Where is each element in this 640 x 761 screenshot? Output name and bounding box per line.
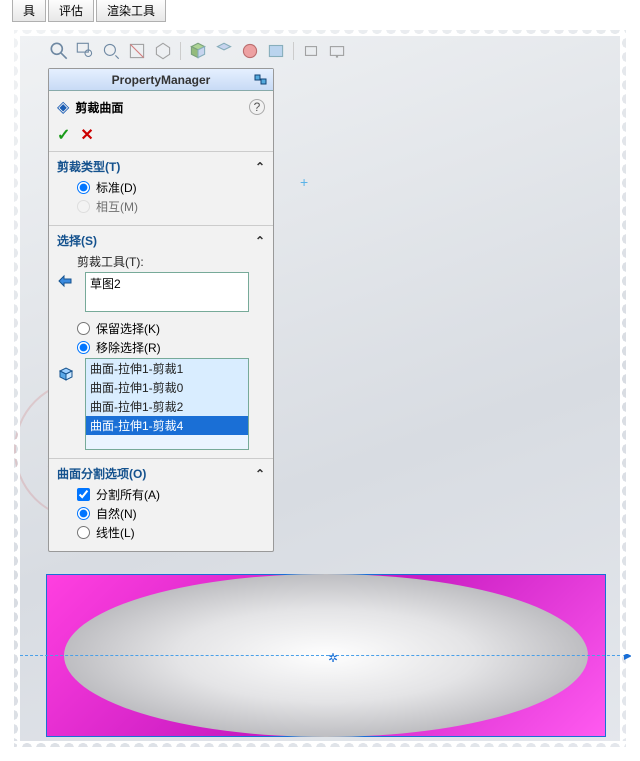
trim-tool-selection-box[interactable]: 草图2 bbox=[85, 272, 249, 312]
feature-name: 剪裁曲面 bbox=[75, 99, 123, 116]
cancel-button[interactable]: ✕ bbox=[80, 125, 93, 145]
top-tabs: 具 评估 渲染工具 bbox=[0, 0, 640, 22]
pin-icon[interactable] bbox=[253, 72, 269, 88]
remove-list-callout-icon bbox=[57, 366, 75, 384]
radio-mutual bbox=[77, 200, 90, 213]
radio-remove-row[interactable]: 移除选择(R) bbox=[77, 339, 265, 356]
edit-appearance-icon[interactable] bbox=[239, 40, 261, 62]
check-split-all-row[interactable]: 分割所有(A) bbox=[77, 486, 265, 503]
radio-natural-row[interactable]: 自然(N) bbox=[77, 505, 265, 522]
radio-keep-row[interactable]: 保留选择(K) bbox=[77, 320, 265, 337]
toolbar-separator-2 bbox=[293, 42, 294, 60]
radio-remove[interactable] bbox=[77, 341, 90, 354]
list-item[interactable]: 曲面-拉伸1-剪裁2 bbox=[86, 397, 248, 416]
view-orientation-icon[interactable] bbox=[152, 40, 174, 62]
view-toolbar bbox=[48, 40, 348, 62]
apply-scene-icon[interactable] bbox=[265, 40, 287, 62]
check-split-all[interactable] bbox=[77, 488, 90, 501]
radio-natural[interactable] bbox=[77, 507, 90, 520]
property-manager-panel: PropertyManager ◈ 剪裁曲面 ? ✓ ✕ 剪裁类型(T) ⌃ 标准… bbox=[48, 68, 274, 552]
radio-keep[interactable] bbox=[77, 322, 90, 335]
trim-type-section: 剪裁类型(T) ⌃ 标准(D) 相互(M) bbox=[49, 151, 273, 225]
chevron-up-icon-2[interactable]: ⌃ bbox=[255, 234, 265, 248]
trim-tool-callout-icon bbox=[57, 272, 75, 290]
zoom-area-icon[interactable] bbox=[74, 40, 96, 62]
toolbar-separator bbox=[180, 42, 181, 60]
view-settings-icon[interactable] bbox=[300, 40, 322, 62]
radio-standard-row[interactable]: 标准(D) bbox=[77, 179, 265, 196]
list-empty-row bbox=[86, 435, 248, 449]
pm-title-text: PropertyManager bbox=[112, 73, 211, 87]
zoom-fit-icon[interactable] bbox=[48, 40, 70, 62]
centerline-axis bbox=[20, 655, 630, 656]
radio-linear[interactable] bbox=[77, 526, 90, 539]
list-item[interactable]: 曲面-拉伸1-剪裁0 bbox=[86, 378, 248, 397]
screen-capture-icon[interactable] bbox=[326, 40, 348, 62]
section-view-icon[interactable] bbox=[126, 40, 148, 62]
split-options-section: 曲面分割选项(O) ⌃ 分割所有(A) 自然(N) 线性(L) bbox=[49, 458, 273, 551]
remove-selection-list[interactable]: 曲面-拉伸1-剪裁1 曲面-拉伸1-剪裁0 曲面-拉伸1-剪裁2 曲面-拉伸1-… bbox=[85, 358, 249, 450]
selection-section: 选择(S) ⌃ 剪裁工具(T): 草图2 保留选择(K) 移除选择(R) 曲面-拉… bbox=[49, 225, 273, 458]
help-icon[interactable]: ? bbox=[249, 99, 265, 115]
pm-titlebar: PropertyManager bbox=[49, 69, 273, 91]
list-item-selected[interactable]: 曲面-拉伸1-剪裁4 bbox=[86, 416, 248, 435]
split-options-header: 曲面分割选项(O) bbox=[57, 465, 146, 482]
radio-standard[interactable] bbox=[77, 181, 90, 194]
radio-mutual-row[interactable]: 相互(M) bbox=[77, 198, 265, 215]
tab-evaluate[interactable]: 评估 bbox=[48, 0, 94, 22]
zoom-previous-icon[interactable] bbox=[100, 40, 122, 62]
chevron-up-icon-3[interactable]: ⌃ bbox=[255, 467, 265, 481]
trim-surface-icon: ◈ bbox=[57, 97, 69, 117]
trim-type-header: 剪裁类型(T) bbox=[57, 158, 120, 175]
selection-header: 选择(S) bbox=[57, 232, 97, 249]
chevron-up-icon[interactable]: ⌃ bbox=[255, 160, 265, 174]
ok-button[interactable]: ✓ bbox=[57, 125, 70, 145]
tab-truncated[interactable]: 具 bbox=[12, 0, 46, 22]
origin-marker-icon: ✲ bbox=[328, 651, 336, 659]
list-item[interactable]: 曲面-拉伸1-剪裁1 bbox=[86, 359, 248, 378]
display-style-icon[interactable] bbox=[187, 40, 209, 62]
cursor-crosshair-icon: + bbox=[300, 174, 308, 190]
hide-show-icon[interactable] bbox=[213, 40, 235, 62]
feature-header: ◈ 剪裁曲面 ? bbox=[49, 91, 273, 123]
tab-render-tools[interactable]: 渲染工具 bbox=[96, 0, 166, 22]
confirm-row: ✓ ✕ bbox=[49, 123, 273, 151]
radio-linear-row[interactable]: 线性(L) bbox=[77, 524, 265, 541]
trim-tool-label: 剪裁工具(T): bbox=[77, 253, 265, 270]
